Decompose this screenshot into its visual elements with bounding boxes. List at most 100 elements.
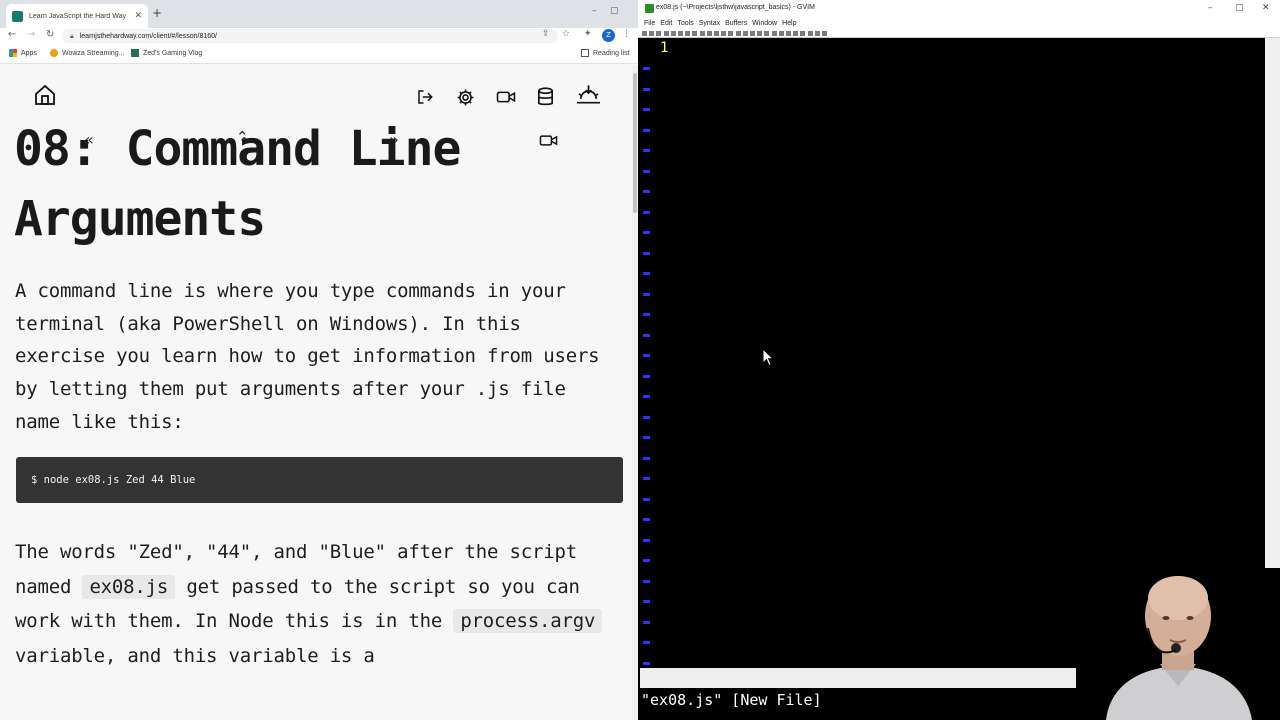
gvim-toolbar-button-icon[interactable] — [771, 31, 777, 36]
apps-grid-icon — [9, 49, 17, 57]
site-favicon-icon — [12, 10, 23, 22]
tab-title: Learn JavaScript the Hard Way — [29, 12, 127, 20]
maximize-icon[interactable]: ▢ — [1235, 3, 1244, 13]
gvim-toolbar-button-icon[interactable] — [706, 31, 712, 36]
gvim-toolbar-button-icon[interactable] — [714, 31, 719, 36]
gvim-toolbar-button-icon[interactable] — [793, 31, 799, 36]
gear-icon[interactable] — [456, 88, 475, 107]
gvim-toolbar-button-icon[interactable] — [822, 31, 827, 36]
bookmark-wowza[interactable]: Wowza Streaming... — [50, 49, 125, 57]
browser-window: Learn JavaScript the Hard Way ✕ + – ▢ ← … — [0, 0, 638, 720]
gvim-toolbar-button-icon[interactable] — [778, 31, 784, 36]
menu-edit[interactable]: Edit — [660, 18, 672, 29]
gvim-title: ex08.js (~\Projects\ljsthw\javascript_ba… — [656, 4, 815, 11]
reload-icon[interactable]: ↻ — [46, 29, 54, 40]
gvim-toolbar-button-icon[interactable] — [750, 31, 755, 36]
reading-list[interactable]: Reading list — [581, 49, 630, 57]
gvim-toolbar-button-icon[interactable] — [685, 31, 691, 36]
inline-code-variable: process.argv — [453, 609, 603, 633]
gvim-toolbar-button-icon[interactable] — [764, 31, 770, 36]
empty-line-tilde — [643, 169, 650, 173]
empty-line-tilde — [643, 620, 650, 624]
tab-close-icon[interactable]: ✕ — [134, 11, 142, 21]
gvim-toolbar-button-icon[interactable] — [649, 31, 655, 36]
logout-icon[interactable] — [416, 88, 434, 106]
page-title: 08: Command Line Arguments — [14, 121, 461, 247]
bookmark-label: Apps — [21, 49, 37, 57]
intro-paragraph: A command line is where you type command… — [15, 280, 600, 433]
empty-line-tilde — [643, 579, 650, 583]
empty-line-tilde — [643, 128, 650, 132]
back-icon[interactable]: ← — [8, 29, 16, 40]
menu-kebab-icon[interactable]: ⋮ — [622, 29, 631, 39]
menu-help[interactable]: Help — [782, 18, 796, 29]
menu-window[interactable]: Window — [752, 18, 777, 29]
mouse-cursor-icon — [762, 347, 775, 371]
gvim-toolbar-button-icon[interactable] — [692, 31, 698, 36]
lock-icon: 🔒︎ — [70, 31, 74, 40]
close-icon[interactable]: ✕ — [1262, 3, 1270, 13]
minimize-icon[interactable]: – — [1208, 3, 1213, 13]
empty-line-tilde — [643, 600, 650, 603]
empty-line-tilde — [643, 333, 650, 337]
gvim-toolbar-button-icon[interactable] — [670, 31, 676, 36]
gvim-toolbar-button-icon[interactable] — [663, 31, 669, 36]
menu-syntax[interactable]: Syntax — [699, 18, 720, 29]
browser-tab[interactable]: Learn JavaScript the Hard Way ✕ — [6, 4, 148, 28]
gvim-toolbar-button-icon[interactable] — [656, 31, 662, 36]
gvim-toolbar-button-icon[interactable] — [807, 31, 813, 36]
empty-line-tilde — [643, 374, 650, 378]
gvim-toolbar-button-icon[interactable] — [742, 31, 748, 36]
empty-line-tilde — [643, 251, 650, 255]
gvim-toolbar-button-icon[interactable] — [814, 31, 820, 36]
gvim-menubar: File Edit Tools Syntax Buffers Window He… — [638, 18, 1280, 29]
line-number: 1 — [660, 40, 669, 56]
empty-line-tilde — [643, 641, 650, 644]
gvim-toolbar-button-icon[interactable] — [786, 31, 791, 36]
bookmark-star-icon[interactable]: ☆ — [562, 29, 570, 39]
wowza-icon — [50, 49, 58, 57]
menu-buffers[interactable]: Buffers — [725, 18, 747, 29]
minimize-icon[interactable]: – — [592, 6, 597, 16]
gvim-toolbar-button-icon[interactable] — [800, 31, 806, 36]
bookmark-gaming-vlog[interactable]: Zed's Gaming Vlog — [131, 49, 202, 57]
empty-line-tilde — [643, 661, 650, 665]
paragraph-text: variable, and this variable is a — [15, 644, 375, 667]
gvim-titlebar: ex08.js (~\Projects\ljsthw\javascript_ba… — [638, 0, 1280, 18]
menu-file[interactable]: File — [644, 18, 655, 29]
menu-tools[interactable]: Tools — [677, 18, 693, 29]
gvim-toolbar-button-icon[interactable] — [678, 31, 683, 36]
browser-toolbar: ← → ↻ 🔒︎ learnjsthehardway.com/client/#/… — [0, 28, 638, 44]
address-bar[interactable]: 🔒︎ learnjsthehardway.com/client/#/lesson… — [62, 29, 558, 43]
extensions-icon[interactable]: ✦ — [584, 29, 592, 39]
scrollbar-thumb[interactable] — [633, 73, 637, 213]
gvim-toolbar-button-icon[interactable] — [757, 31, 763, 36]
sunrise-theme-icon[interactable] — [576, 83, 601, 107]
bookmark-label: Zed's Gaming Vlog — [143, 49, 203, 57]
profile-avatar[interactable]: Z — [602, 29, 615, 42]
video-camera-icon[interactable] — [496, 89, 516, 105]
empty-line-tilde — [643, 456, 650, 460]
empty-line-tilde — [643, 538, 650, 542]
new-tab-icon[interactable]: + — [152, 6, 162, 20]
empty-line-tilde — [643, 210, 650, 214]
forward-icon[interactable]: → — [27, 29, 35, 40]
share-icon[interactable]: ⇪ — [542, 29, 550, 39]
empty-line-tilde — [643, 149, 650, 152]
empty-line-tilde — [643, 559, 650, 562]
bookmark-label: Wowza Streaming... — [62, 49, 125, 57]
home-icon[interactable] — [33, 83, 57, 107]
presenter-webcam — [1076, 568, 1280, 720]
empty-line-tilde — [643, 272, 650, 275]
database-icon[interactable] — [537, 87, 554, 107]
bookmark-apps[interactable]: Apps — [9, 49, 37, 57]
vlog-icon — [131, 49, 139, 57]
maximize-icon[interactable]: ▢ — [610, 6, 619, 16]
gvim-toolbar-button-icon[interactable] — [735, 31, 741, 36]
gvim-toolbar-button-icon[interactable] — [721, 31, 727, 36]
gvim-toolbar-button-icon[interactable] — [728, 31, 734, 36]
gvim-toolbar-button-icon[interactable] — [642, 31, 647, 36]
reading-list-label: Reading list — [593, 49, 630, 57]
gvim-toolbar-button-icon[interactable] — [699, 31, 705, 36]
empty-line-tilde — [643, 108, 650, 111]
